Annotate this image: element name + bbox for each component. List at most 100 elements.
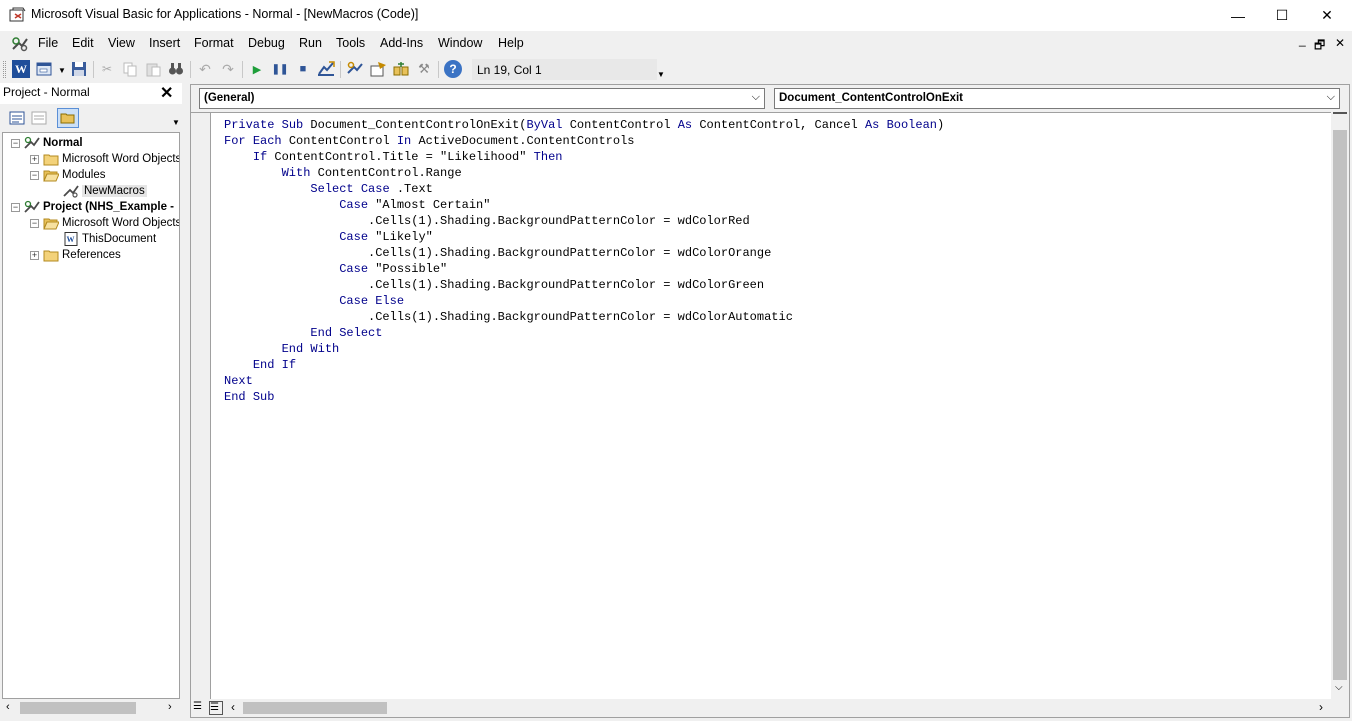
copy-icon[interactable] <box>121 60 139 78</box>
toolbar-grip[interactable] <box>3 61 6 78</box>
scroll-left-icon[interactable]: ‹ <box>231 700 235 714</box>
menu-run[interactable]: Run <box>299 36 322 50</box>
properties-icon[interactable] <box>369 60 387 78</box>
scrollbar-thumb[interactable] <box>1333 130 1347 680</box>
collapse-icon[interactable]: − <box>30 171 39 180</box>
project-explorer-icon[interactable] <box>346 60 364 78</box>
menu-format[interactable]: Format <box>194 36 234 50</box>
code-line[interactable]: .Cells(1).Shading.BackgroundPatternColor… <box>224 245 944 261</box>
code-line[interactable]: End With <box>224 341 944 357</box>
code-line[interactable]: For Each ContentControl In ActiveDocumen… <box>224 133 944 149</box>
save-icon[interactable] <box>70 60 88 78</box>
object-dropdown[interactable]: (General) ⌵ <box>199 88 765 109</box>
code-line[interactable]: Private Sub Document_ContentControlOnExi… <box>224 117 944 133</box>
scroll-right-icon[interactable]: › <box>168 701 172 713</box>
undo-icon[interactable]: ↶ <box>196 60 214 78</box>
help-icon[interactable]: ? <box>444 60 462 78</box>
code-line[interactable]: End If <box>224 357 944 373</box>
object-browser-icon[interactable] <box>392 60 410 78</box>
menu-help[interactable]: Help <box>498 36 524 50</box>
scroll-down-icon[interactable]: ⌵ <box>1335 682 1343 693</box>
insert-userform-icon[interactable] <box>36 60 54 78</box>
word-icon[interactable]: W <box>12 60 30 78</box>
menu-insert[interactable]: Insert <box>149 36 180 50</box>
code-line[interactable]: Select Case .Text <box>224 181 944 197</box>
toolbox-icon[interactable]: ⚒ <box>415 60 433 78</box>
code-line[interactable]: .Cells(1).Shading.BackgroundPatternColor… <box>224 213 944 229</box>
menu-window[interactable]: Window <box>438 36 482 50</box>
cut-icon[interactable]: ✂ <box>98 60 116 78</box>
tree-node-thisdocument[interactable]: W ThisDocument <box>63 231 156 247</box>
chevron-down-icon: ⌵ <box>751 91 760 103</box>
panel-options-icon[interactable]: ▼ <box>172 118 180 127</box>
toolbar-options-icon[interactable]: ▼ <box>657 70 665 79</box>
menu-tools[interactable]: Tools <box>336 36 365 50</box>
scrollbar-thumb[interactable] <box>20 702 136 714</box>
tree-node-newmacros[interactable]: NewMacros <box>63 183 147 199</box>
tree-node-modules[interactable]: Modules <box>43 167 105 183</box>
close-icon[interactable]: ✕ <box>160 83 173 103</box>
scroll-right-icon[interactable]: › <box>1319 700 1323 714</box>
code-keyword: Case <box>360 182 390 196</box>
margin-indicator-bar[interactable] <box>191 113 211 700</box>
design-mode-icon[interactable] <box>317 60 335 78</box>
toggle-folders-icon[interactable] <box>57 108 79 128</box>
redo-icon[interactable]: ↷ <box>219 60 237 78</box>
mdi-restore-button[interactable]: 🗗 <box>1314 36 1325 57</box>
expand-icon[interactable]: + <box>30 155 39 164</box>
split-bar[interactable] <box>1333 112 1347 118</box>
collapse-icon[interactable]: − <box>11 203 20 212</box>
full-module-view-icon[interactable]: ☰ <box>209 701 223 715</box>
code-keyword: If <box>252 150 268 164</box>
tree-label: Microsoft Word Objects <box>62 217 180 229</box>
run-icon[interactable]: ▶ <box>248 60 266 78</box>
code-line[interactable]: .Cells(1).Shading.BackgroundPatternColor… <box>224 277 944 293</box>
code-line[interactable]: Case "Likely" <box>224 229 944 245</box>
code-horizontal-scrollbar[interactable]: ☰ ☰ ‹ › <box>191 699 1349 717</box>
code-line[interactable]: Case "Possible" <box>224 261 944 277</box>
code-line[interactable]: .Cells(1).Shading.BackgroundPatternColor… <box>224 309 944 325</box>
code-vertical-scrollbar[interactable]: ⌵ <box>1331 112 1349 699</box>
collapse-icon[interactable]: − <box>11 139 20 148</box>
menu-file[interactable]: File <box>38 36 58 50</box>
menu-edit[interactable]: Edit <box>72 36 94 50</box>
minimize-button[interactable]: — <box>1215 0 1261 31</box>
mdi-minimize-button[interactable]: _ <box>1299 33 1306 47</box>
expand-icon[interactable]: + <box>30 251 39 260</box>
paste-icon[interactable] <box>144 60 162 78</box>
menu-debug[interactable]: Debug <box>248 36 285 50</box>
view-code-icon[interactable] <box>8 109 26 127</box>
code-line[interactable]: If ContentControl.Title = "Likelihood" T… <box>224 149 944 165</box>
menu-view[interactable]: View <box>108 36 135 50</box>
code-line[interactable]: End Sub <box>224 389 944 405</box>
maximize-button[interactable]: ☐ <box>1259 0 1305 31</box>
dropdown-arrow-icon[interactable]: ▼ <box>58 66 66 75</box>
tree-node-word-objects-2[interactable]: Microsoft Word Objects <box>43 215 180 231</box>
menu-add-ins[interactable]: Add-Ins <box>380 36 423 50</box>
reset-icon[interactable]: ■ <box>294 60 312 78</box>
project-horizontal-scrollbar[interactable]: ‹ › <box>0 699 182 717</box>
code-line[interactable]: End Select <box>224 325 944 341</box>
code-line[interactable]: Next <box>224 373 944 389</box>
code-line[interactable]: Case Else <box>224 293 944 309</box>
find-icon[interactable] <box>167 60 185 78</box>
collapse-icon[interactable]: − <box>30 219 39 228</box>
scrollbar-thumb[interactable] <box>243 702 387 714</box>
code-line[interactable]: With ContentControl.Range <box>224 165 944 181</box>
break-icon[interactable]: ❚❚ <box>271 60 289 78</box>
tree-node-references[interactable]: References <box>43 247 121 263</box>
procedure-dropdown[interactable]: Document_ContentControlOnExit ⌵ <box>774 88 1340 109</box>
view-object-icon[interactable] <box>30 109 48 127</box>
vba-menu-icon[interactable] <box>10 35 30 53</box>
code-line[interactable]: Case "Almost Certain" <box>224 197 944 213</box>
code-text[interactable]: Private Sub Document_ContentControlOnExi… <box>224 117 944 405</box>
scroll-left-icon[interactable]: ‹ <box>6 701 10 713</box>
close-button[interactable]: ✕ <box>1304 0 1350 31</box>
code-keyword: With <box>281 166 311 180</box>
tree-node-normal[interactable]: Normal <box>24 135 83 151</box>
tree-node-word-objects[interactable]: Microsoft Word Objects <box>43 151 179 167</box>
mdi-close-button[interactable]: ✕ <box>1335 36 1345 50</box>
tree-node-project-nhs[interactable]: Project (NHS_Example - <box>24 199 174 215</box>
procedure-view-icon[interactable]: ☰ <box>193 701 207 715</box>
code-editor[interactable]: Private Sub Document_ContentControlOnExi… <box>191 112 1331 700</box>
